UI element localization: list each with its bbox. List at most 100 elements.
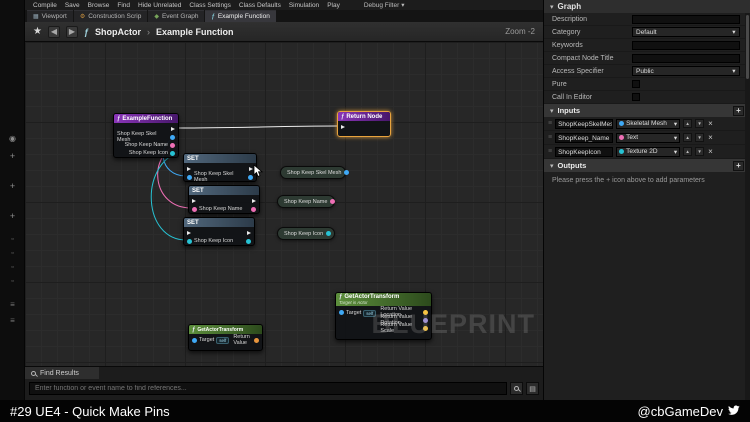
pin-exec-out[interactable] xyxy=(252,199,256,203)
tab-event-graph[interactable]: ◆ Event Graph xyxy=(148,10,204,22)
pin-value-out[interactable] xyxy=(326,231,331,236)
menu-item-simulation[interactable]: Simulation xyxy=(289,2,319,9)
pin-target[interactable]: Target self xyxy=(192,337,229,344)
node-set-icon[interactable]: SET Shop Keep Icon xyxy=(183,217,255,246)
pin-value-out[interactable] xyxy=(330,199,335,204)
input-name-field[interactable]: ShopKeepIcon xyxy=(555,147,613,157)
inputs-section-header[interactable]: ▾ Inputs + xyxy=(544,104,750,117)
node-get-shop-keep-name[interactable]: Shop Keep Name xyxy=(277,195,335,208)
add-button-2[interactable]: + xyxy=(0,181,25,191)
input-type-dropdown[interactable]: Skeletal Mesh ▾ xyxy=(616,119,680,129)
node-return[interactable]: ƒ Return Node xyxy=(337,111,391,137)
move-down-button[interactable]: ▼ xyxy=(695,147,704,156)
menu-item-class-defaults[interactable]: Class Defaults xyxy=(239,2,281,9)
find-results-input[interactable] xyxy=(29,382,507,395)
move-down-button[interactable]: ▼ xyxy=(695,133,704,142)
pin-return-value[interactable]: Return Value xyxy=(233,334,259,346)
pin-value-in[interactable]: Shop Keep Skel Mesh xyxy=(187,171,244,183)
description-input[interactable] xyxy=(632,15,740,24)
find-in-all-blueprints-button[interactable]: ▤ xyxy=(526,382,539,395)
input-type-dropdown[interactable]: Texture 2D ▾ xyxy=(616,147,680,157)
add-button-3[interactable]: + xyxy=(0,211,25,221)
move-up-button[interactable]: ▲ xyxy=(683,133,692,142)
node-get-shop-keep-icon[interactable]: Shop Keep Icon xyxy=(277,227,335,240)
remove-input-button[interactable]: × xyxy=(708,147,713,156)
call-in-editor-checkbox[interactable] xyxy=(632,93,640,101)
debug-filter-dropdown[interactable]: Debug Filter ▾ xyxy=(364,1,405,9)
pure-checkbox[interactable] xyxy=(632,80,640,88)
menu-item-find[interactable]: Find xyxy=(117,2,130,9)
compact-node-title-input[interactable] xyxy=(632,54,740,63)
find-results-tab[interactable]: Find Results xyxy=(25,367,99,379)
favorite-star-icon[interactable]: ★ xyxy=(33,26,42,37)
pin-exec-out[interactable] xyxy=(247,231,251,235)
remove-input-button[interactable]: × xyxy=(708,119,713,128)
pin-shop-keep-name[interactable]: Shop Keep Name xyxy=(125,141,175,149)
pin-exec-in[interactable] xyxy=(192,199,196,203)
debug-filter-label: Debug Filter xyxy=(364,2,399,9)
panel-icon-3[interactable]: ▫ xyxy=(0,264,25,271)
node-get-actor-transform[interactable]: ƒ GetActorTransform Target self Return V… xyxy=(188,324,263,351)
tab-example-function[interactable]: ƒ Example Function xyxy=(205,10,275,22)
input-name-field[interactable]: ShopKeep_Name xyxy=(555,133,613,143)
details-scrollbar[interactable] xyxy=(745,13,750,400)
list-icon-2[interactable]: ≡ xyxy=(0,316,25,325)
menu-item-play[interactable]: Play xyxy=(327,2,340,9)
eye-icon[interactable]: ◉ xyxy=(0,134,25,143)
pin-exec-in[interactable] xyxy=(187,231,191,235)
input-name-field[interactable]: ShopKeepSkelMesh xyxy=(555,119,613,129)
move-down-button[interactable]: ▼ xyxy=(695,119,704,128)
move-up-button[interactable]: ▲ xyxy=(683,147,692,156)
forward-button[interactable]: ▶ xyxy=(66,26,78,38)
input-type-dropdown[interactable]: Text ▾ xyxy=(616,133,680,143)
pin-value-out[interactable] xyxy=(251,207,256,212)
document-tabbar: ▦ Viewport ⚙ Construction Scrip ◆ Event … xyxy=(25,10,543,22)
pin-value-out[interactable] xyxy=(344,170,349,175)
menu-item-hide-unrelated[interactable]: Hide Unrelated xyxy=(138,2,181,9)
category-dropdown[interactable]: Default ▾ xyxy=(632,27,740,37)
pin-exec-out[interactable] xyxy=(171,125,175,133)
panel-icon-2[interactable]: ▫ xyxy=(0,250,25,257)
menu-item-compile[interactable]: Compile xyxy=(33,2,57,9)
find-in-blueprint-button[interactable] xyxy=(510,382,523,395)
pin-value-out[interactable] xyxy=(246,239,251,244)
node-get-shop-keep-skel-mesh[interactable]: Shop Keep Skel Mesh xyxy=(280,166,346,179)
tab-construction-script[interactable]: ⚙ Construction Scrip xyxy=(74,10,148,22)
back-button[interactable]: ◀ xyxy=(48,26,60,38)
pin-exec-in[interactable] xyxy=(341,125,345,129)
field-compact-node-title: Compact Node Title xyxy=(544,52,750,65)
drag-handle-icon[interactable]: ≡ xyxy=(548,148,552,155)
panel-icon-4[interactable]: ▫ xyxy=(0,278,25,285)
add-output-button[interactable]: + xyxy=(733,161,744,171)
menu-item-save[interactable]: Save xyxy=(65,2,80,9)
pin-shop-keep-skel-mesh[interactable]: Shop Keep Skel Mesh xyxy=(117,133,175,141)
menu-item-class-settings[interactable]: Class Settings xyxy=(189,2,231,9)
node-set-skel-mesh[interactable]: SET Shop Keep Skel Mesh xyxy=(183,153,257,182)
add-button-1[interactable]: + xyxy=(0,151,25,161)
panel-icon-1[interactable]: ▫ xyxy=(0,236,25,243)
list-icon-1[interactable]: ≡ xyxy=(0,300,25,309)
menu-item-browse[interactable]: Browse xyxy=(88,2,110,9)
tab-viewport[interactable]: ▦ Viewport xyxy=(27,10,73,22)
details-section-graph[interactable]: ▾ Graph xyxy=(544,0,750,13)
outputs-section-header[interactable]: ▾ Outputs + xyxy=(544,159,750,172)
pin-value-in[interactable]: Shop Keep Icon xyxy=(187,238,233,244)
drag-handle-icon[interactable]: ≡ xyxy=(548,134,552,141)
tab-event-graph-label: Event Graph xyxy=(162,13,199,20)
pin-label: Shop Keep Skel Mesh xyxy=(194,171,244,183)
breadcrumb-current[interactable]: Example Function xyxy=(156,27,234,37)
keywords-input[interactable] xyxy=(632,41,740,50)
field-pure: Pure xyxy=(544,78,750,91)
remove-input-button[interactable]: × xyxy=(708,133,713,142)
pin-shop-keep-icon[interactable]: Shop Keep Icon xyxy=(129,149,175,157)
node-example-function[interactable]: ƒ ExampleFunction Shop Keep Skel Mesh Sh… xyxy=(113,113,179,158)
add-input-button[interactable]: + xyxy=(733,106,744,116)
drag-handle-icon[interactable]: ≡ xyxy=(548,120,552,127)
move-up-button[interactable]: ▲ xyxy=(683,119,692,128)
breadcrumb-parent[interactable]: ShopActor xyxy=(95,27,141,37)
access-specifier-dropdown[interactable]: Public ▾ xyxy=(632,66,740,76)
blueprint-graph-canvas[interactable]: ƒ ExampleFunction Shop Keep Skel Mesh Sh… xyxy=(25,42,543,366)
node-set-name[interactable]: SET Shop Keep Name xyxy=(188,185,260,214)
pin-value-in[interactable]: Shop Keep Name xyxy=(192,206,242,212)
input-type-value: Skeletal Mesh xyxy=(626,120,672,127)
